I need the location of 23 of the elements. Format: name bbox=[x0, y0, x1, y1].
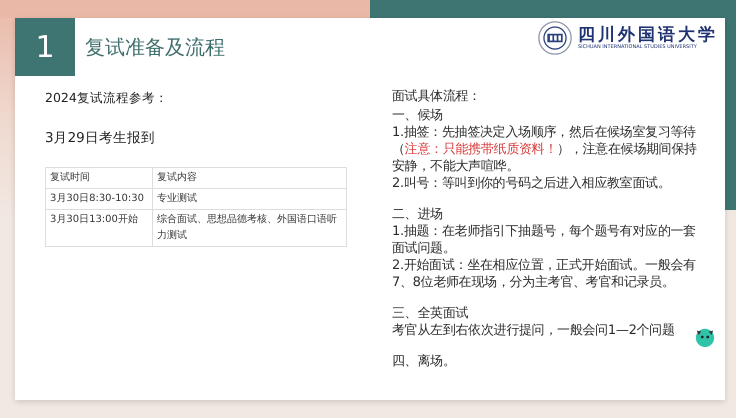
table-cell: 3月30日8:30-10:30 bbox=[46, 188, 152, 210]
table-header-cell: 复试时间 bbox=[46, 168, 152, 188]
step-text: 1.抽签：先抽签决定入场顺序，然后在候场室复习等待（注意：只能携带纸质资料！），注意在候场期间保持安静，不能大声喧哗。 bbox=[392, 124, 698, 175]
step-text: 2.叫号：等叫到你的号码之后进入相应教室面试。 bbox=[392, 175, 671, 192]
step-title: 四、离场。 bbox=[392, 353, 456, 370]
slide-title: 复试准备及流程 bbox=[85, 34, 225, 60]
table-header-cell: 复试内容 bbox=[152, 168, 346, 188]
table-cell: 专业测试 bbox=[152, 188, 346, 210]
registration-text: 3月29日考生报到 bbox=[45, 129, 156, 147]
section-heading: 面试具体流程： bbox=[392, 88, 482, 105]
step-title: 二、进场 bbox=[392, 206, 443, 223]
university-emblem-icon bbox=[538, 21, 572, 55]
slide-number: 1 bbox=[15, 18, 75, 76]
step-title: 一、候场 bbox=[392, 107, 443, 124]
table-cell: 综合面试、思想品德考核、外国语口语听力测试 bbox=[152, 210, 346, 246]
section-heading: 2024复试流程参考： bbox=[45, 90, 169, 107]
step-title: 三、全英面试 bbox=[392, 305, 468, 322]
step-text: 2.开始面试：坐在相应位置，正式开始面试。一般会有7、8位老师在现场，分为主考官、考官和记录员。 bbox=[392, 257, 697, 291]
table-cell: 3月30日13:00开始 bbox=[46, 210, 152, 246]
step-text: 考官从左到右依次进行提问，一般会问1—2个问题 bbox=[392, 322, 675, 339]
university-name: 四川外国语大学 bbox=[578, 26, 718, 44]
step-text: 1.抽题：在老师指引下抽题号，每个题号有对应的一套面试问题。 bbox=[392, 223, 697, 257]
mascot-icon bbox=[694, 326, 716, 348]
